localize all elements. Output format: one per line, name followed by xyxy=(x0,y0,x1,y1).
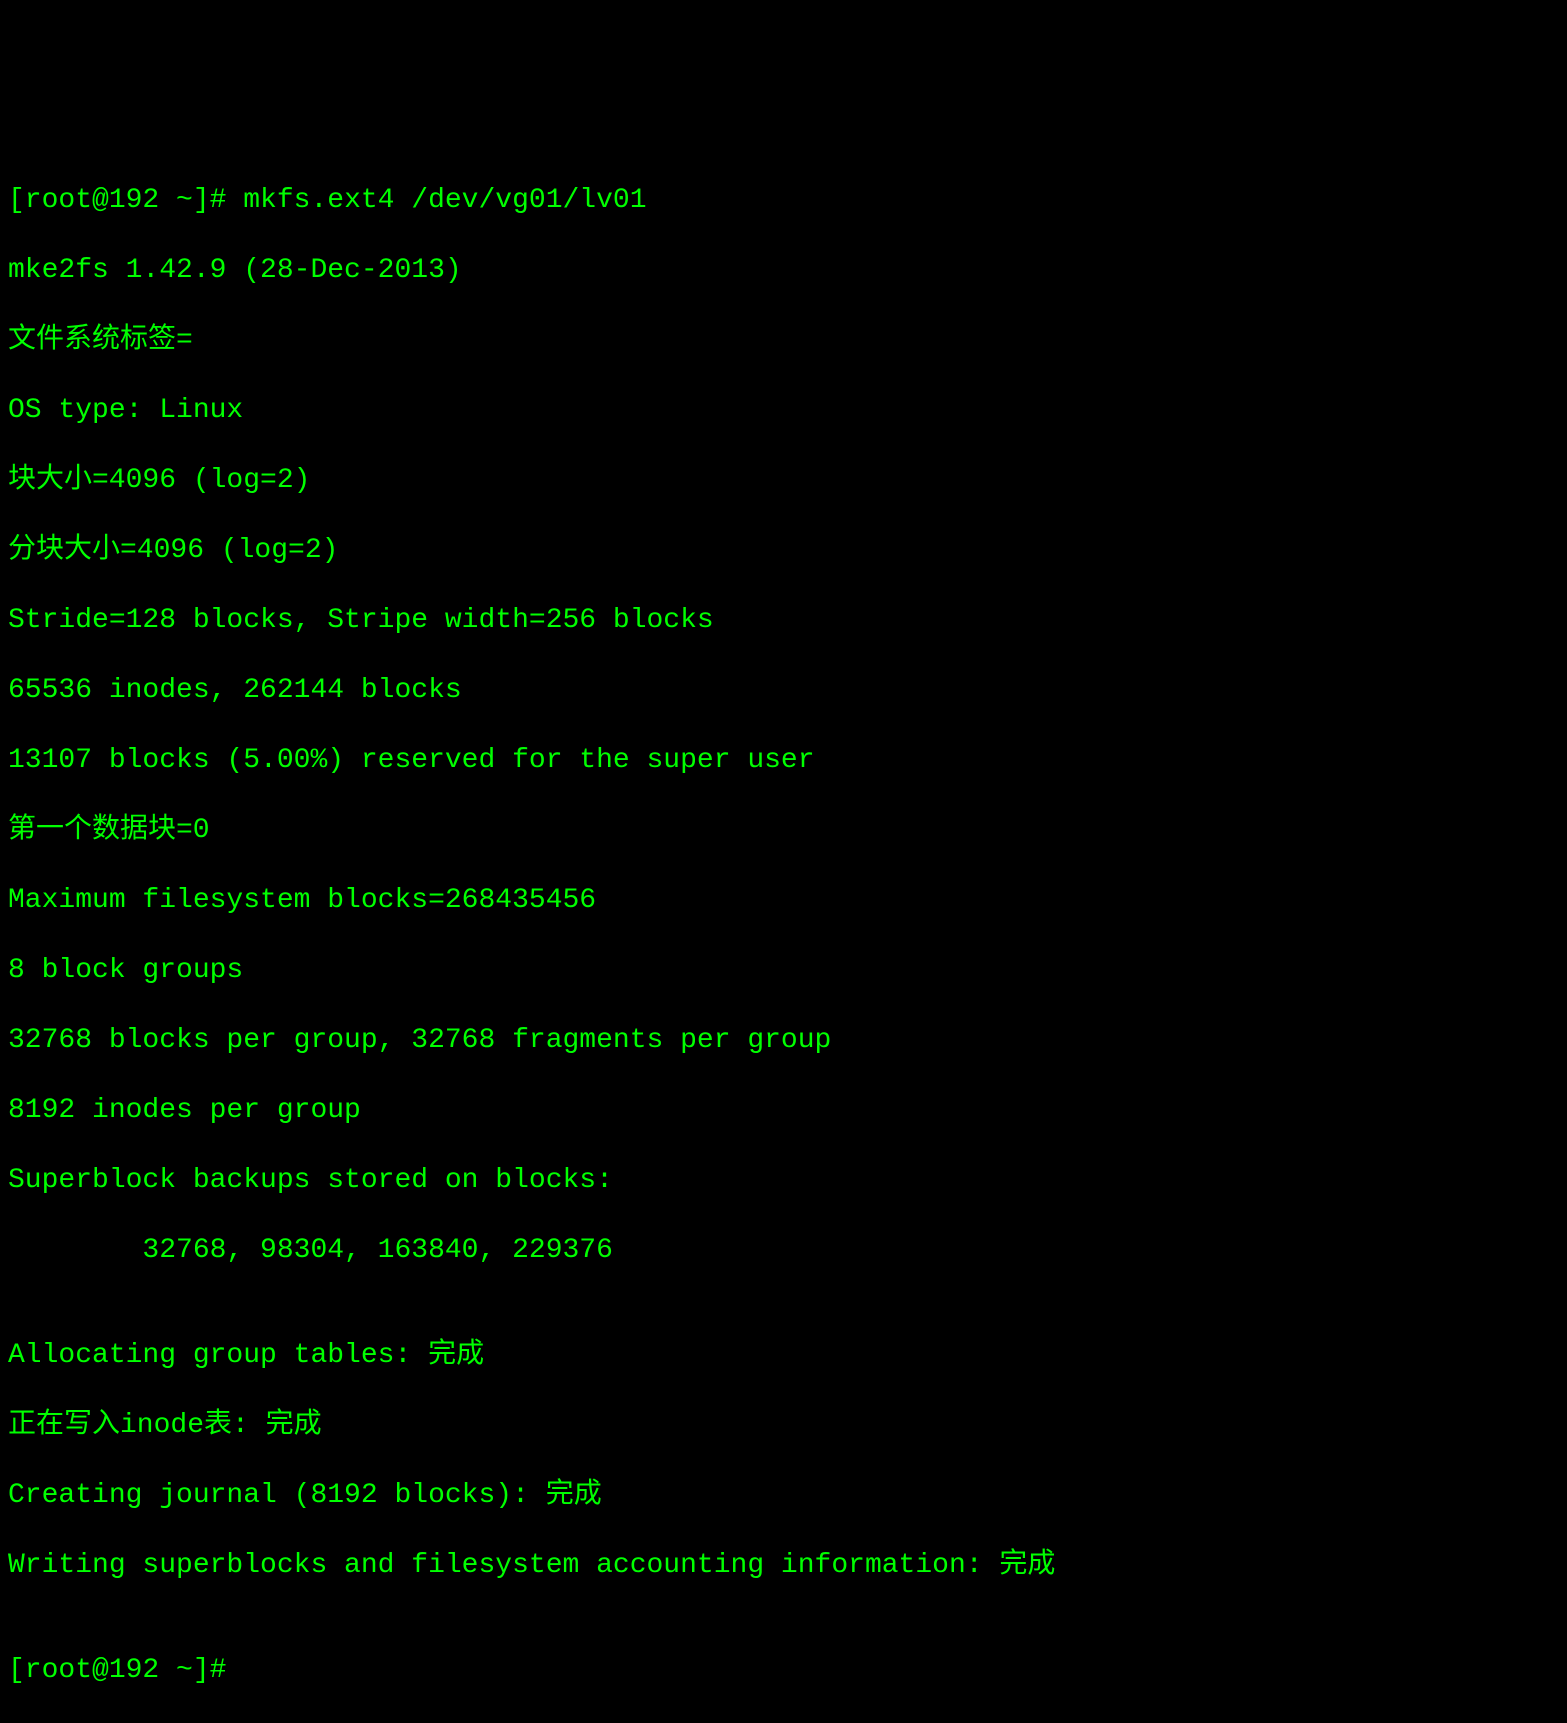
output-line: 32768, 98304, 163840, 229376 xyxy=(8,1233,1559,1268)
shell-prompt: [root@192 ~]# xyxy=(8,185,243,216)
command-text: mkfs.ext4 /dev/vg01/lv01 xyxy=(243,185,646,216)
output-line: 正在写入inode表: 完成 xyxy=(8,1408,1559,1443)
output-line: 32768 blocks per group, 32768 fragments … xyxy=(8,1023,1559,1058)
shell-prompt: [root@192 ~]# xyxy=(8,1655,243,1686)
output-line: Creating journal (8192 blocks): 完成 xyxy=(8,1478,1559,1513)
output-line: 13107 blocks (5.00%) reserved for the su… xyxy=(8,743,1559,778)
output-line: Stride=128 blocks, Stripe width=256 bloc… xyxy=(8,603,1559,638)
output-line: Superblock backups stored on blocks: xyxy=(8,1163,1559,1198)
output-line: 8 block groups xyxy=(8,953,1559,988)
output-line: 块大小=4096 (log=2) xyxy=(8,463,1559,498)
output-line: Maximum filesystem blocks=268435456 xyxy=(8,883,1559,918)
terminal-window[interactable]: [root@192 ~]# mkfs.ext4 /dev/vg01/lv01 m… xyxy=(8,148,1559,1032)
output-line: 65536 inodes, 262144 blocks xyxy=(8,673,1559,708)
output-line: 第一个数据块=0 xyxy=(8,813,1559,848)
output-line: OS type: Linux xyxy=(8,393,1559,428)
output-line: Allocating group tables: 完成 xyxy=(8,1338,1559,1373)
output-line: 8192 inodes per group xyxy=(8,1093,1559,1128)
output-line: Writing superblocks and filesystem accou… xyxy=(8,1548,1559,1583)
command-line-1: [root@192 ~]# mkfs.ext4 /dev/vg01/lv01 xyxy=(8,183,1559,218)
command-line-2[interactable]: [root@192 ~]# xyxy=(8,1653,1559,1688)
output-line: mke2fs 1.42.9 (28-Dec-2013) xyxy=(8,253,1559,288)
output-line: 分块大小=4096 (log=2) xyxy=(8,533,1559,568)
cursor-icon xyxy=(243,1658,259,1688)
output-line: 文件系统标签= xyxy=(8,323,1559,358)
